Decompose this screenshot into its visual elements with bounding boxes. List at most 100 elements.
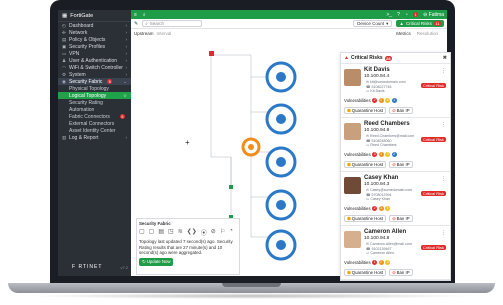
sidebar: ▦ FortiGate ◴ Dashboard › ✣ Network › ▤ Policy … — [58, 10, 131, 276]
vulnerability-count-badge[interactable]: 3 — [378, 98, 384, 103]
ban-ip-button[interactable]: ⊘ Ban IP — [389, 215, 413, 222]
vulnerability-count-badge[interactable]: 3 — [372, 152, 378, 157]
sidebar-subitem-fabric-connectors[interactable]: Fabric Connectors 5 — [58, 113, 131, 120]
more-options-icon[interactable]: ⋮ — [441, 230, 446, 236]
sidebar-subitem-security-rating[interactable]: Security Rating — [58, 99, 131, 106]
ban-ip-button[interactable]: ⊘ Ban IP — [389, 107, 413, 114]
more-options-icon[interactable]: ⋮ — [441, 68, 446, 74]
vulnerability-count-badge[interactable]: 3 — [378, 206, 384, 211]
vulnerability-count-badge[interactable]: 1 — [385, 206, 391, 211]
resolution-select[interactable]: Resolution — [417, 31, 438, 36]
quarantine-host-button[interactable]: ⬢ Quarantine Host — [344, 107, 387, 114]
sidebar-item-network[interactable]: ✣ Network › — [58, 29, 131, 36]
fabric-component-icon[interactable]: ⊘ — [211, 228, 216, 237]
vulnerability-count-badge[interactable]: 4 — [385, 98, 391, 103]
sidebar-item-user-authentication[interactable]: ♟ User & Authentication › — [58, 57, 131, 64]
search-icon[interactable]: ⌕ — [143, 12, 146, 18]
edit-icon[interactable]: ✎ — [134, 21, 138, 27]
ban-ip-button[interactable]: ⊘ Ban IP — [389, 269, 413, 276]
risk-card[interactable]: Cameron Allen 10.100.94.8 ✉ Cameron.Alle… — [341, 226, 450, 280]
sidebar-item-wifi-switch-controller[interactable]: ◠ WiFi & Switch Controller › — [58, 64, 131, 71]
card-actions: ⬢ Quarantine Host ⊘ Ban IP — [344, 215, 413, 222]
switch-node-icon[interactable] — [229, 185, 233, 189]
user-ip: 10.100.94.3 — [364, 182, 390, 187]
view-options-bar: Upstream Interval Metrics Resolution — [131, 30, 441, 37]
chevron-icon: › — [125, 30, 128, 35]
quarantine-host-button[interactable]: ⬢ Quarantine Host — [344, 269, 387, 276]
phone-value: 5102139467 — [371, 246, 392, 251]
vulnerability-count-badge[interactable]: 1 — [372, 260, 378, 265]
critical-risks-header: ▲ Critical Risks 28 ✖ — [341, 53, 450, 64]
sidebar-item-security-fabric[interactable]: ◉ Security Fabric 5 ⌄ — [58, 78, 131, 85]
sidebar-subitem-physical-topology[interactable]: Physical Topology — [58, 85, 131, 92]
email-value: Casey@somedomain.com — [370, 188, 413, 192]
critical-count-badge: 11 — [433, 21, 441, 26]
fortinet-logo: F RTINET — [72, 264, 103, 270]
close-icon[interactable]: ✖ — [443, 55, 447, 61]
app-title[interactable]: ▦ FortiGate — [58, 10, 131, 22]
search-input[interactable]: ⌕ Search — [142, 20, 203, 27]
risk-card[interactable]: Kit Davis 10.100.94.4 ✉ kit@somedomain.c… — [341, 64, 450, 118]
metrics-label[interactable]: Metrics — [396, 31, 411, 36]
upstream-label[interactable]: Upstream — [134, 31, 154, 36]
vulnerability-count-badge[interactable]: 3 — [385, 260, 391, 265]
critical-risks-title: Critical Risks — [350, 55, 383, 61]
sidebar-item-vpn[interactable]: ▭ VPN › — [58, 50, 131, 57]
fabric-component-icon[interactable]: ▢ — [149, 228, 155, 237]
sidebar-subitem-logical-topology[interactable]: Logical Topology ☆ — [58, 92, 131, 99]
fabric-component-icon[interactable]: ◔ — [229, 228, 233, 237]
terminal-icon[interactable]: >_ — [386, 12, 392, 18]
more-options-icon[interactable]: ⋮ — [441, 176, 446, 182]
quarantine-host-button[interactable]: ⬢ Quarantine Host — [344, 215, 387, 222]
favorite-star-icon[interactable]: ☆ — [123, 93, 127, 99]
sidebar-item-dashboard[interactable]: ◴ Dashboard › — [58, 22, 131, 29]
more-options-icon[interactable]: ⋮ — [441, 122, 446, 128]
device-node-center — [276, 114, 286, 124]
fabric-component-icon[interactable]: ❮❯ — [187, 228, 197, 237]
sidebar-item-policy-objects[interactable]: ▤ Policy & Objects › — [58, 36, 131, 43]
fabric-component-icon[interactable]: ◳ — [168, 228, 174, 237]
zoom-crosshair-icon[interactable]: + — [185, 138, 190, 147]
update-now-button[interactable]: ↻ Update Now — [139, 257, 174, 266]
fabric-component-icon[interactable]: ▢ — [139, 228, 145, 237]
sidebar-subitem-automation[interactable]: Automation — [58, 106, 131, 113]
host-text: ▭ Casey Khan — [366, 197, 412, 202]
risk-card[interactable]: Casey Khan 10.100.94.3 ✉ Casey@somedomai… — [341, 172, 450, 226]
risk-card[interactable]: Reed Chambers 10.100.94.8 ✉ Reed.Chamber… — [341, 118, 450, 172]
sidebar-subitem-external-connectors[interactable]: External Connectors — [58, 120, 131, 127]
vulnerability-count-badge[interactable]: 2 — [378, 260, 384, 265]
vulnerability-count-badge[interactable]: 1 — [378, 152, 384, 157]
ban-icon: ⊘ — [392, 269, 396, 275]
vulnerability-count-badge[interactable]: 1 — [391, 98, 397, 103]
vulnerability-count-badge[interactable]: 2 — [372, 98, 378, 103]
fabric-component-icon[interactable]: ≋ — [178, 228, 183, 237]
vulnerability-count-badge[interactable]: 2 — [391, 152, 397, 157]
card-actions: ⬢ Quarantine Host ⊘ Ban IP — [344, 269, 413, 276]
alerts-badge: 1 — [412, 12, 419, 17]
critical-risk-tag: Critical Risk — [420, 137, 446, 142]
sidebar-subitem-label: Automation — [69, 106, 95, 113]
fortigate-node-icon[interactable] — [209, 51, 214, 56]
bell-icon[interactable]: ◔ — [405, 12, 408, 18]
fabric-component-icon[interactable]: ▤ — [158, 228, 164, 237]
vulnerability-count-badge[interactable]: 3 — [385, 152, 391, 157]
quarantine-icon: ⬢ — [347, 215, 351, 221]
fabric-component-icon[interactable]: ⚐ — [220, 228, 225, 237]
sidebar-item-security-profiles[interactable]: ▣ Security Profiles › — [58, 43, 131, 50]
user-menu[interactable]: ⊖ Fatima — [423, 12, 444, 18]
device-count-select[interactable]: Device Count ▾ — [353, 20, 393, 27]
sidebar-subitem-asset-identity-center[interactable]: Asset Identity Center — [58, 127, 131, 134]
warning-icon: ▲ — [344, 55, 349, 61]
quarantine-host-button[interactable]: ⬢ Quarantine Host — [344, 161, 387, 168]
help-icon[interactable]: ? — [397, 12, 400, 18]
critical-risks-button[interactable]: ▲ Critical Risks 11 — [396, 20, 444, 27]
ban-ip-button[interactable]: ⊘ Ban IP — [389, 161, 413, 168]
warning-icon: ▲ — [399, 21, 404, 26]
interval-select[interactable]: Interval — [157, 31, 172, 36]
menu-icon[interactable]: ≡ — [134, 12, 137, 18]
critical-risks-label: Critical Risks — [405, 21, 432, 26]
fabric-component-icon[interactable]: ⦿ — [201, 228, 207, 237]
sidebar-item-log-report[interactable]: ▥ Log & Report › — [58, 134, 131, 141]
vulnerability-count-badge[interactable]: 2 — [372, 206, 378, 211]
sidebar-item-system[interactable]: ⚙ System › — [58, 71, 131, 78]
